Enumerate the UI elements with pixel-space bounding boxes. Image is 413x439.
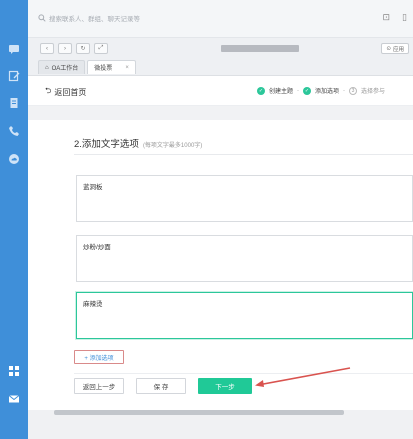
step-indicator: ✓ 创建主题 - ✓ 添加选项 - 3 选择参与	[257, 86, 385, 95]
option-text: 麻辣烫	[83, 301, 103, 308]
add-option-button[interactable]: + 添加选项	[74, 350, 124, 364]
left-sidebar	[0, 0, 28, 439]
section-title: 2.添加文字选项 (每项文字最多1000字)	[74, 136, 202, 150]
back-arrow-icon: ⮌	[45, 86, 52, 95]
back-home-link[interactable]: ⮌ 返回首页	[45, 85, 86, 99]
app-button-label: 应用	[392, 46, 404, 53]
step-separator: -	[343, 87, 346, 94]
next-step-button[interactable]: 下一步	[198, 378, 252, 394]
forward-nav-icon[interactable]: ›	[58, 43, 72, 54]
option-text: 蓝洞板	[83, 184, 103, 191]
window-control-icon[interactable]: ▯	[402, 12, 407, 23]
back-label: 返回首页	[54, 87, 87, 97]
app-icon: ⊙	[386, 45, 391, 52]
back-nav-icon[interactable]: ‹	[40, 43, 54, 54]
section-heading: 2.添加文字选项	[74, 139, 139, 150]
tab-label: OA工作台	[51, 66, 79, 72]
fullscreen-icon[interactable]: ⤢	[94, 43, 108, 54]
annotation-arrow-icon	[255, 367, 351, 387]
chat-icon[interactable]	[7, 42, 21, 56]
step-separator: -	[297, 87, 300, 94]
top-bar: 搜索联系人、群组、聊天记录等 ⊡ ▯	[28, 0, 413, 38]
refresh-icon[interactable]: ↻	[76, 43, 90, 54]
step-number: 3	[349, 86, 358, 95]
mail-icon[interactable]	[7, 392, 21, 406]
scrollbar-thumb[interactable]	[54, 410, 344, 415]
section-hint: (每项文字最多1000字)	[142, 143, 203, 149]
notification-icon[interactable]: ⊡	[383, 12, 391, 23]
address-bar-blurred[interactable]	[221, 45, 299, 52]
divider	[74, 373, 413, 374]
phone-icon[interactable]	[7, 124, 21, 138]
edit-icon[interactable]	[7, 69, 21, 83]
app-button[interactable]: ⊙ 应用	[381, 43, 409, 54]
divider	[74, 154, 413, 155]
search-input[interactable]: 搜索联系人、群组、聊天记录等	[38, 13, 140, 23]
tab-label: 微投票	[94, 66, 113, 72]
prev-step-label: 返回上一步	[82, 384, 116, 391]
close-icon[interactable]: ×	[125, 65, 129, 71]
add-option-label: + 添加选项	[84, 355, 114, 362]
browser-chrome: ‹ › ↻ ⤢ ⊙ 应用 ⌂ OA工作台 微投票 ×	[28, 38, 413, 76]
save-button[interactable]: 保 存	[136, 378, 186, 394]
tab-oa-workbench[interactable]: ⌂ OA工作台	[38, 60, 86, 74]
search-placeholder: 搜索联系人、群组、聊天记录等	[49, 16, 140, 23]
option-textarea-1[interactable]: 蓝洞板	[76, 175, 413, 222]
document-icon[interactable]	[7, 96, 21, 110]
main-content: 2.添加文字选项 (每项文字最多1000字) 蓝洞板 炒粉/炒面 麻辣烫 + 添…	[38, 120, 413, 410]
horizontal-scrollbar[interactable]	[28, 410, 413, 439]
home-icon: ⌂	[45, 64, 49, 71]
page-header: ⮌ 返回首页 ✓ 创建主题 - ✓ 添加选项 - 3 选择参与	[28, 76, 413, 106]
page-band	[28, 106, 413, 120]
next-step-label: 下一步	[215, 384, 235, 391]
save-label: 保 存	[153, 384, 169, 391]
option-text: 炒粉/炒面	[83, 244, 111, 251]
prev-step-button[interactable]: 返回上一步	[74, 378, 124, 394]
grid-apps-icon[interactable]	[7, 364, 21, 378]
tab-vote[interactable]: 微投票 ×	[87, 60, 136, 74]
option-textarea-3[interactable]: 麻辣烫	[76, 292, 413, 339]
check-icon: ✓	[257, 86, 265, 95]
search-icon	[38, 14, 46, 22]
step-label: 添加选项	[315, 89, 340, 95]
cloud-icon[interactable]	[7, 152, 21, 166]
step-label: 选择参与	[361, 89, 386, 95]
step-label: 创建主题	[269, 89, 294, 95]
option-textarea-2[interactable]: 炒粉/炒面	[76, 235, 413, 282]
check-icon: ✓	[303, 86, 312, 95]
